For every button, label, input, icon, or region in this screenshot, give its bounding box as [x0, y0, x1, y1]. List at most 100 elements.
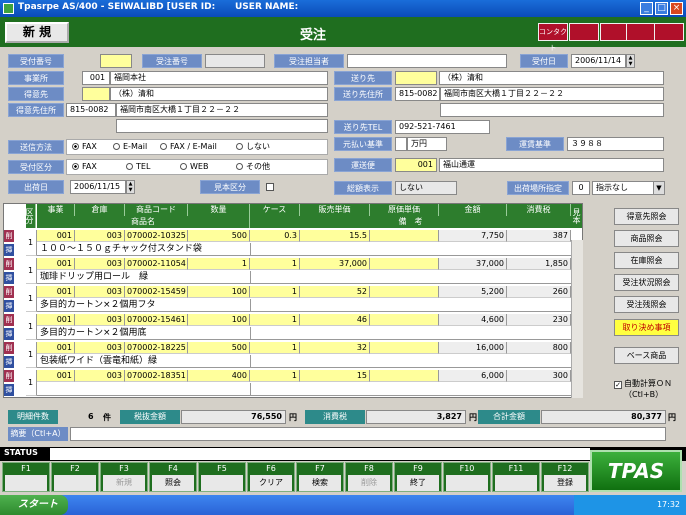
- ship-place-select[interactable]: 指示なし: [592, 181, 654, 195]
- table-cell-price[interactable]: 46: [300, 314, 370, 326]
- table-cell-qty[interactable]: 1: [188, 258, 250, 270]
- table-cell-code[interactable]: 070002-18351: [125, 370, 188, 382]
- fkey-f2[interactable]: F2: [51, 462, 99, 492]
- fkey-f7[interactable]: F7 検索: [296, 462, 344, 492]
- table-cell-wh[interactable]: 003: [75, 230, 125, 242]
- table-cell-div[interactable]: 1: [26, 258, 37, 284]
- row-insert-button[interactable]: 挿: [4, 356, 14, 368]
- send-none-radio[interactable]: しない: [236, 140, 270, 154]
- table-cell-div[interactable]: 1: [26, 370, 37, 396]
- table-cell-remarks[interactable]: [250, 271, 571, 284]
- contact-button[interactable]: コンタクト: [538, 23, 568, 52]
- table-cell-cost[interactable]: [370, 370, 439, 382]
- row-insert-button[interactable]: 挿: [4, 384, 14, 396]
- fkey-f11[interactable]: F11: [492, 462, 540, 492]
- fkey-f8[interactable]: F8 削除: [345, 462, 393, 492]
- table-cell-amount[interactable]: 5,200: [439, 286, 507, 298]
- table-cell-office[interactable]: 001: [37, 314, 75, 326]
- chevron-down-icon[interactable]: ▼: [653, 181, 665, 195]
- table-cell-price[interactable]: 37,000: [300, 258, 370, 270]
- table-cell-amount[interactable]: 7,750: [439, 230, 507, 242]
- ship-date-field[interactable]: 2006/11/15: [70, 180, 126, 194]
- ship-code-field[interactable]: [395, 71, 437, 85]
- backorder-button[interactable]: 受注残照会: [614, 296, 679, 313]
- table-cell-case[interactable]: 0.3: [250, 230, 300, 242]
- row-insert-button[interactable]: 挿: [4, 328, 14, 340]
- table-cell-cost[interactable]: [370, 314, 439, 326]
- table-cell-price[interactable]: 32: [300, 342, 370, 354]
- memo-field[interactable]: [70, 427, 666, 441]
- maximize-button[interactable]: □: [655, 2, 668, 15]
- table-cell-product-name[interactable]: [37, 383, 250, 396]
- table-cell-product-name[interactable]: 多目的カートン×２個用フタ: [37, 299, 250, 312]
- table-cell-code[interactable]: 070002-10325: [125, 230, 188, 242]
- table-cell-wh[interactable]: 003: [75, 314, 125, 326]
- table-cell-remarks[interactable]: [250, 383, 571, 396]
- fkey-f6[interactable]: F6 クリア: [247, 462, 295, 492]
- table-cell-tax[interactable]: 260: [507, 286, 571, 298]
- grid-scrollbar[interactable]: [571, 240, 583, 398]
- row-delete-button[interactable]: 削: [4, 314, 14, 326]
- auto-calc-checkbox[interactable]: ✓ 自動計算ＯＮ: [614, 378, 672, 389]
- table-cell-amount[interactable]: 37,000: [439, 258, 507, 270]
- fkey-f4[interactable]: F4 照会: [149, 462, 197, 492]
- table-cell-div[interactable]: 1: [26, 342, 37, 368]
- ship-date-spinner[interactable]: ▲ ▼: [126, 180, 135, 194]
- table-cell-wh[interactable]: 003: [75, 286, 125, 298]
- stock-inquiry-button[interactable]: 在庫照会: [614, 252, 679, 269]
- table-cell-code[interactable]: 070002-11054: [125, 258, 188, 270]
- order-status-button[interactable]: 受注状況照会: [614, 274, 679, 291]
- table-cell-code[interactable]: 070002-18225: [125, 342, 188, 354]
- table-cell-office[interactable]: 001: [37, 230, 75, 242]
- product-inquiry-button[interactable]: 商品照会: [614, 230, 679, 247]
- table-cell-office[interactable]: 001: [37, 342, 75, 354]
- table-cell-cost[interactable]: [370, 286, 439, 298]
- table-cell-tax[interactable]: 387: [507, 230, 571, 242]
- date-spinner[interactable]: ▲ ▼: [626, 54, 635, 68]
- send-fax-email-radio[interactable]: FAX / E-Mail: [160, 140, 217, 154]
- table-cell-product-name[interactable]: 包装紙ワイド（雲竜和紙）緑: [37, 355, 250, 368]
- table-cell-tax[interactable]: 800: [507, 342, 571, 354]
- customer-inquiry-button[interactable]: 得意先照会: [614, 208, 679, 225]
- table-cell-qty[interactable]: 500: [188, 342, 250, 354]
- table-cell-case[interactable]: 1: [250, 286, 300, 298]
- table-cell-case[interactable]: 1: [250, 258, 300, 270]
- office-code-field[interactable]: 001: [82, 71, 110, 85]
- table-cell-amount[interactable]: 16,000: [439, 342, 507, 354]
- table-cell-remarks[interactable]: [250, 243, 571, 256]
- table-cell-remarks[interactable]: [250, 299, 571, 312]
- table-cell-tax[interactable]: 300: [507, 370, 571, 382]
- table-cell-case[interactable]: 1: [250, 314, 300, 326]
- recv-fax-radio[interactable]: FAX: [72, 160, 97, 174]
- fkey-f3[interactable]: F3 新規: [100, 462, 148, 492]
- ship-place-code-field[interactable]: 0: [572, 181, 590, 195]
- row-insert-button[interactable]: 挿: [4, 244, 14, 256]
- recv-tel-radio[interactable]: TEL: [126, 160, 150, 174]
- recv-no-field[interactable]: [205, 54, 265, 68]
- table-cell-price[interactable]: 15.5: [300, 230, 370, 242]
- table-cell-product-name[interactable]: 多目的カートン×２個用底: [37, 327, 250, 340]
- table-cell-amount[interactable]: 6,000: [439, 370, 507, 382]
- table-cell-cost[interactable]: [370, 230, 439, 242]
- table-cell-price[interactable]: 52: [300, 286, 370, 298]
- row-insert-button[interactable]: 挿: [4, 300, 14, 312]
- row-delete-button[interactable]: 削: [4, 370, 14, 382]
- table-cell-div[interactable]: 1: [26, 314, 37, 340]
- send-fax-radio[interactable]: FAX: [72, 140, 97, 154]
- total-disp-field[interactable]: しない: [395, 181, 457, 195]
- table-cell-product-name[interactable]: 珈琲ドリップ用ロール 緑: [37, 271, 250, 284]
- table-cell-code[interactable]: 070002-15459: [125, 286, 188, 298]
- table-cell-code[interactable]: 070002-15461: [125, 314, 188, 326]
- table-cell-remarks[interactable]: [250, 327, 571, 340]
- table-cell-tax[interactable]: 230: [507, 314, 571, 326]
- table-cell-amount[interactable]: 4,600: [439, 314, 507, 326]
- table-cell-div[interactable]: 1: [26, 230, 37, 256]
- agreements-button[interactable]: 取り決め事項: [614, 319, 679, 336]
- start-button[interactable]: スタート: [0, 495, 68, 515]
- table-cell-wh[interactable]: 003: [75, 258, 125, 270]
- row-delete-button[interactable]: 削: [4, 230, 14, 242]
- table-cell-wh[interactable]: 003: [75, 370, 125, 382]
- customer-code-field[interactable]: [82, 87, 110, 101]
- row-delete-button[interactable]: 削: [4, 286, 14, 298]
- table-cell-qty[interactable]: 100: [188, 286, 250, 298]
